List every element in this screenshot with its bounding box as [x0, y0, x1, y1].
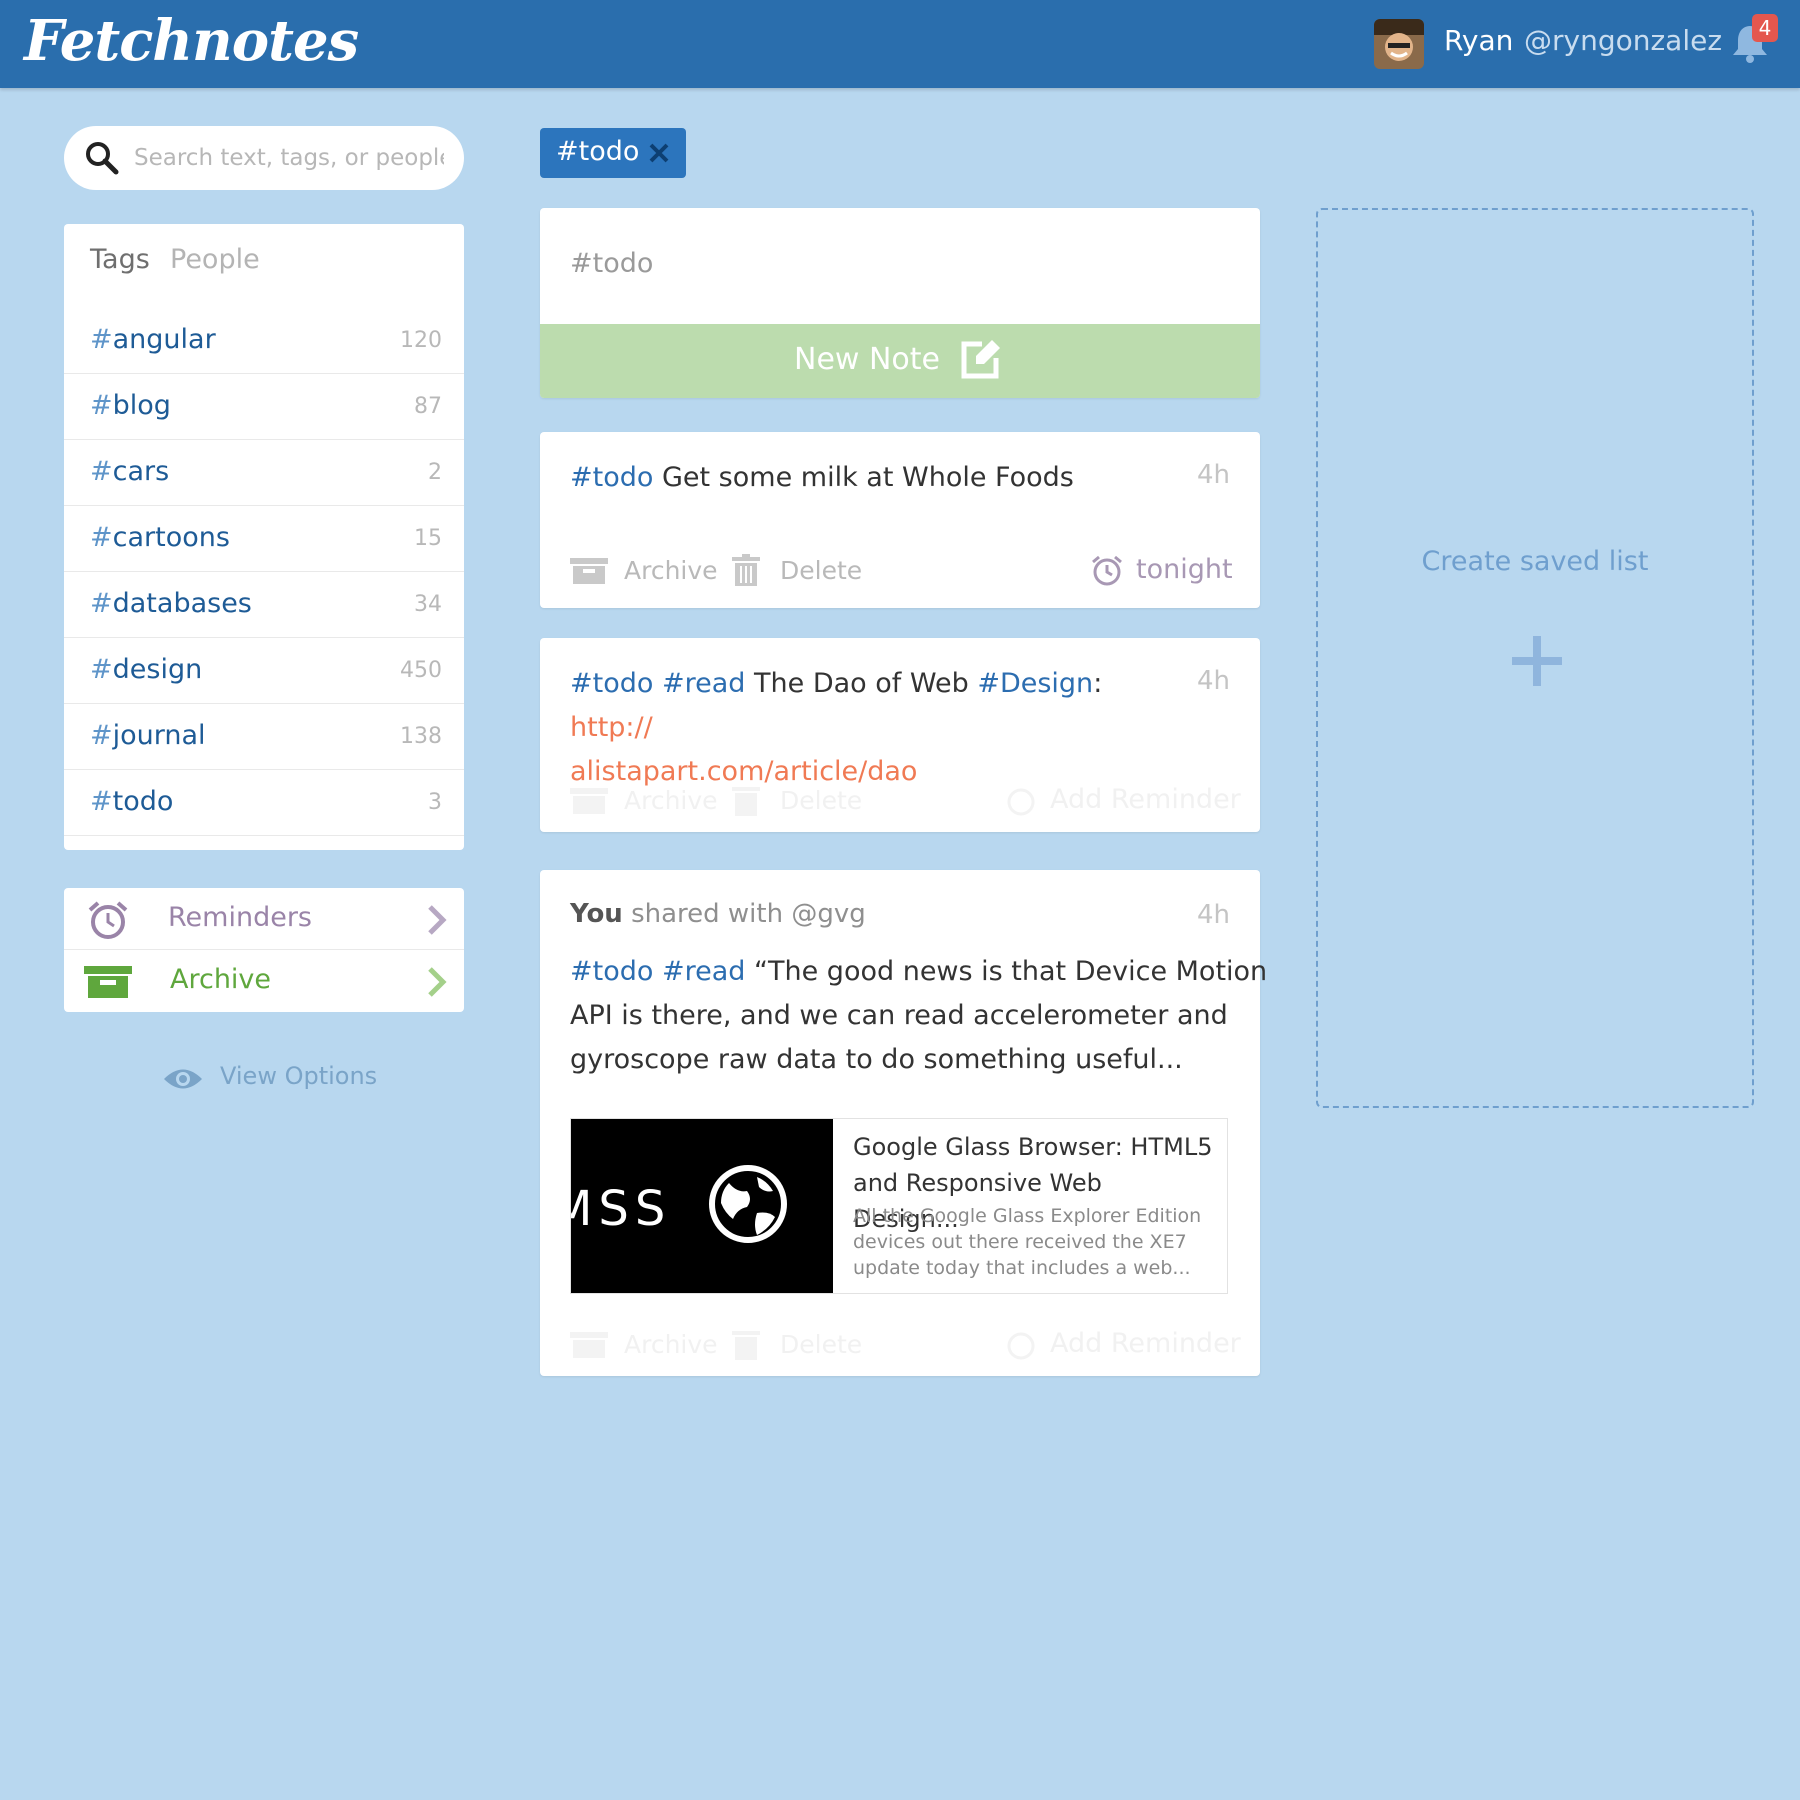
search-box	[64, 126, 464, 190]
plus-icon	[1512, 636, 1562, 686]
note-text: #todo #read “The good news is that Devic…	[570, 956, 1268, 1075]
create-saved-list-button[interactable]: Create saved list	[1316, 208, 1754, 1108]
preview-image-text: MSS	[571, 1181, 672, 1237]
tag-count: 87	[414, 394, 442, 419]
create-saved-list-label: Create saved list	[1421, 546, 1649, 577]
edit-icon	[961, 340, 1000, 379]
active-filter-chip[interactable]: #todo	[540, 128, 686, 178]
tag-row-angular[interactable]: #angular 120	[64, 308, 464, 374]
archive-box-icon	[84, 966, 132, 998]
search-input[interactable]	[134, 138, 444, 178]
tag-label: #design	[90, 654, 203, 685]
new-note-label: New Note	[794, 342, 940, 377]
delete-button[interactable]: Delete	[780, 556, 862, 585]
trash-icon[interactable]	[732, 554, 760, 586]
tag-label: #todo	[90, 786, 174, 817]
nav-item-archive[interactable]: Archive	[64, 950, 464, 1012]
note-composer: New Note	[540, 208, 1260, 398]
reminder-button[interactable]: tonight	[1136, 554, 1233, 585]
archive-button[interactable]: Archive	[624, 786, 718, 815]
archive-button[interactable]: Archive	[624, 1330, 718, 1359]
tag-label: #databases	[90, 588, 252, 619]
tab-people[interactable]: People	[170, 244, 260, 275]
alarm-clock-icon[interactable]	[1004, 784, 1038, 816]
note-text: #todo #read The Dao of Web #Design: http…	[570, 668, 1103, 787]
globe-icon	[709, 1165, 787, 1243]
nav-label: Archive	[170, 964, 272, 995]
notification-badge[interactable]: 4	[1752, 14, 1778, 42]
tag-label: #journal	[90, 720, 206, 751]
tag-count: 138	[400, 724, 442, 749]
archive-box-icon[interactable]	[570, 788, 608, 814]
preview-description: All the Google Glass Explorer Edition de…	[853, 1205, 1202, 1279]
tab-tags[interactable]: Tags	[90, 244, 150, 275]
avatar[interactable]	[1374, 19, 1424, 69]
view-options-label: View Options	[220, 1062, 378, 1090]
note-time: 4h	[1196, 460, 1230, 490]
nav-item-reminders[interactable]: Reminders	[64, 888, 464, 950]
trash-icon[interactable]	[732, 784, 760, 816]
tag-count: 2	[428, 460, 442, 485]
tag-label: #cars	[90, 456, 170, 487]
note-input[interactable]	[570, 238, 1230, 288]
share-info: You shared with @gvg	[570, 899, 866, 929]
nav-label: Reminders	[168, 902, 312, 933]
note-link[interactable]: alistapart.com/article/dao	[570, 756, 917, 787]
note-time: 4h	[1196, 666, 1230, 696]
nav-panel: Reminders Archive	[64, 888, 464, 1012]
tag-count: 34	[414, 592, 442, 617]
archive-box-icon[interactable]	[570, 558, 608, 584]
tag-row-cars[interactable]: #cars 2	[64, 440, 464, 506]
tag-count: 15	[414, 526, 442, 551]
tag-row-journal[interactable]: #journal 138	[64, 704, 464, 770]
trash-icon[interactable]	[732, 1328, 760, 1360]
app-logo[interactable]: Fetchnotes	[24, 8, 359, 74]
delete-button[interactable]: Delete	[780, 1330, 862, 1359]
user-name[interactable]: Ryan	[1444, 24, 1513, 57]
close-icon[interactable]	[648, 142, 670, 164]
tag-label: #blog	[90, 390, 171, 421]
preview-thumbnail: MSS	[571, 1119, 833, 1293]
tag-count: 3	[428, 790, 442, 815]
archive-box-icon[interactable]	[570, 1332, 608, 1358]
alarm-clock-icon	[88, 901, 128, 939]
tag-count: 450	[400, 658, 442, 683]
filter-label: #todo	[556, 136, 640, 167]
new-note-button[interactable]: New Note	[540, 324, 1260, 398]
chevron-right-icon	[428, 905, 447, 935]
archive-button[interactable]: Archive	[624, 556, 718, 585]
tag-row-cartoons[interactable]: #cartoons 15	[64, 506, 464, 572]
tag-count: 120	[400, 328, 442, 353]
note-card[interactable]: #todo Get some milk at Whole Foods 4h Ar…	[540, 432, 1260, 608]
user-handle[interactable]: @ryngonzalez	[1524, 24, 1722, 57]
alarm-clock-icon[interactable]	[1090, 554, 1124, 586]
link-preview-card[interactable]: MSS Google Glass Browser: HTML5 and Resp…	[570, 1118, 1228, 1294]
add-reminder-button[interactable]: Add Reminder	[1050, 784, 1241, 815]
tag-row-todo[interactable]: #todo 3	[64, 770, 464, 836]
add-reminder-button[interactable]: Add Reminder	[1050, 1328, 1241, 1359]
top-bar: Fetchnotes Ryan @ryngonzalez 4	[0, 0, 1800, 88]
tag-label: #angular	[90, 324, 216, 355]
delete-button[interactable]: Delete	[780, 786, 862, 815]
note-time: 4h	[1196, 900, 1230, 930]
chevron-right-icon	[428, 967, 447, 997]
eye-icon	[164, 1069, 202, 1089]
search-icon	[86, 142, 119, 175]
note-card[interactable]: #todo #read The Dao of Web #Design: http…	[540, 638, 1260, 832]
tag-row-design[interactable]: #design 450	[64, 638, 464, 704]
tags-panel: Tags People #angular 120 #blog 87 #cars …	[64, 224, 464, 850]
note-card[interactable]: You shared with @gvg 4h #todo #read “The…	[540, 870, 1268, 1376]
tag-row-databases[interactable]: #databases 34	[64, 572, 464, 638]
note-text: #todo Get some milk at Whole Foods	[570, 462, 1074, 493]
tag-label: #cartoons	[90, 522, 230, 553]
tag-row-blog[interactable]: #blog 87	[64, 374, 464, 440]
alarm-clock-icon[interactable]	[1004, 1328, 1038, 1360]
